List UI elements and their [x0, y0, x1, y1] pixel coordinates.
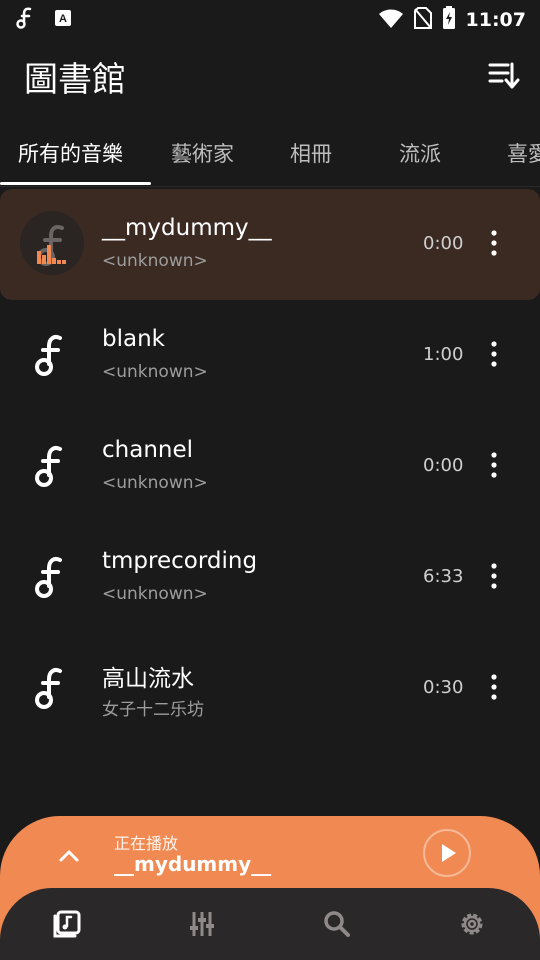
song-duration: 0:00: [423, 233, 464, 254]
nav-library[interactable]: [49, 906, 85, 942]
song-title: 高山流水: [102, 666, 194, 692]
bottom-nav: [0, 888, 540, 960]
equalizer-icon: [190, 912, 214, 936]
music-note-icon: [20, 322, 84, 386]
now-playing-icon: [20, 211, 84, 275]
chevron-up-icon[interactable]: [54, 841, 84, 871]
tab-bar: 所有的音樂 藝術家 相冊 流派 喜愛: [0, 126, 540, 186]
page-title: 圖書館: [24, 60, 126, 100]
sort-icon: [482, 62, 522, 100]
nav-search[interactable]: [319, 906, 355, 942]
more-vert-icon[interactable]: [484, 447, 504, 483]
play-icon: [442, 844, 456, 862]
battery-charging-icon: [442, 6, 456, 34]
wifi-icon: [378, 7, 404, 33]
song-title: __mydummy__: [102, 215, 272, 241]
song-artist: <unknown>: [102, 473, 208, 493]
song-duration: 0:30: [423, 677, 464, 698]
song-duration: 0:00: [423, 455, 464, 476]
music-note-icon: [20, 433, 84, 497]
no-sim-icon: [413, 7, 432, 33]
tab-genres[interactable]: 流派: [399, 138, 441, 168]
more-vert-icon[interactable]: [484, 558, 504, 594]
song-artist: 女子十二乐坊: [102, 700, 204, 720]
more-vert-icon[interactable]: [484, 225, 504, 261]
music-note-icon: [16, 6, 36, 34]
now-playing-label: 正在播放: [114, 834, 179, 853]
song-title: tmprecording: [102, 548, 258, 574]
song-row[interactable]: blank <unknown> 1:00: [0, 300, 540, 411]
song-title: channel: [102, 437, 194, 463]
library-icon: [53, 910, 81, 938]
more-vert-icon[interactable]: [484, 336, 504, 372]
song-duration: 6:33: [423, 566, 464, 587]
sort-button[interactable]: [482, 56, 522, 96]
tab-indicator: [0, 182, 151, 185]
tab-artists[interactable]: 藝術家: [171, 138, 234, 168]
song-artist: <unknown>: [102, 584, 208, 604]
song-duration: 1:00: [423, 344, 464, 365]
song-row[interactable]: tmprecording <unknown> 6:33: [0, 522, 540, 633]
font-a-icon: A: [54, 9, 72, 31]
tab-divider: [0, 186, 540, 187]
song-row[interactable]: __mydummy__ <unknown> 0:00: [0, 189, 540, 300]
svg-text:A: A: [59, 13, 67, 25]
status-time: 11:07: [465, 9, 526, 31]
song-list: __mydummy__ <unknown> 0:00 blank <unknow…: [0, 189, 540, 744]
song-title: blank: [102, 326, 165, 352]
tab-albums[interactable]: 相冊: [290, 138, 332, 168]
settings-icon: [461, 913, 483, 935]
music-note-icon: [20, 655, 84, 719]
tab-favorites[interactable]: 喜愛: [507, 138, 540, 168]
status-bar: A 11:07: [0, 0, 540, 36]
nav-settings[interactable]: [454, 906, 490, 942]
song-row[interactable]: channel <unknown> 0:00: [0, 411, 540, 522]
song-artist: <unknown>: [102, 362, 208, 382]
song-row[interactable]: 高山流水 女子十二乐坊 0:30: [0, 633, 540, 744]
song-artist: <unknown>: [102, 251, 208, 271]
now-playing-title: __mydummy__: [114, 852, 272, 876]
music-note-icon: [20, 544, 84, 608]
nav-equalizer[interactable]: [184, 906, 220, 942]
tab-all-music[interactable]: 所有的音樂: [18, 138, 123, 168]
more-vert-icon[interactable]: [484, 669, 504, 705]
search-icon: [324, 911, 350, 937]
play-button[interactable]: [423, 829, 471, 877]
